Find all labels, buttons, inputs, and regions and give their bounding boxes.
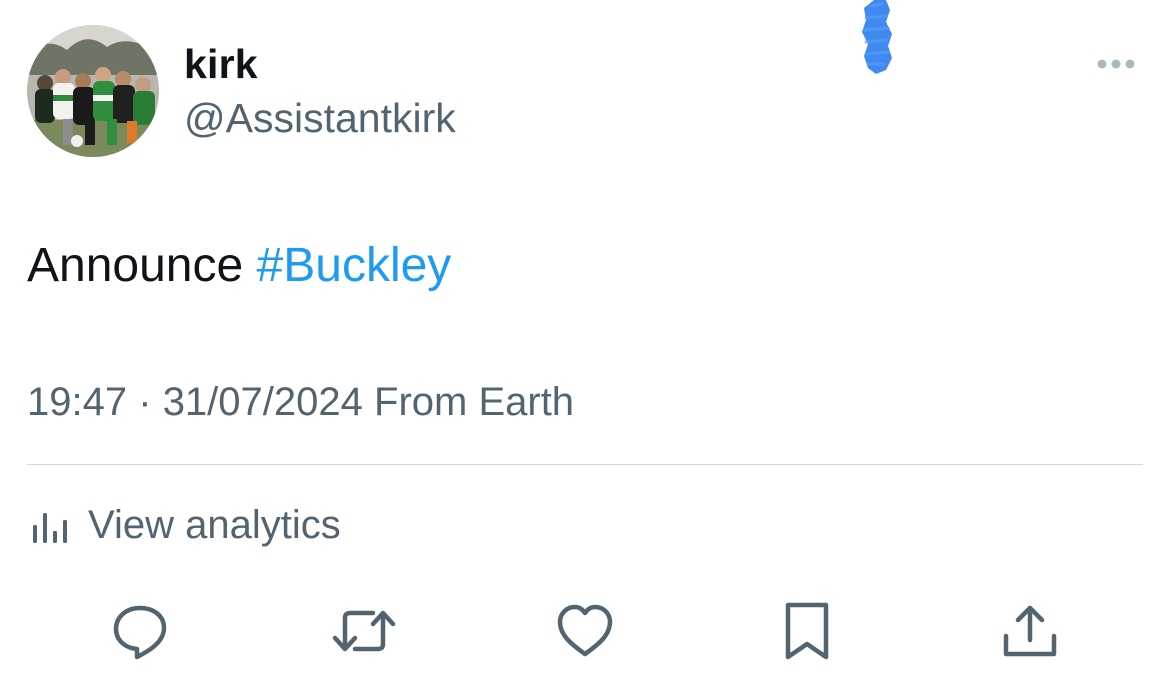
share-button[interactable] [1000, 600, 1060, 662]
divider [27, 464, 1143, 465]
tweet-detail: kirk @Assistantkirk Announce #Buckley 19… [0, 0, 1170, 678]
redaction-scribble [856, 0, 898, 76]
tweet-time[interactable]: 19:47 [27, 380, 127, 424]
reply-button[interactable] [110, 600, 170, 662]
meta-separator: · [138, 380, 152, 424]
author-display-name[interactable]: kirk [184, 40, 258, 88]
bookmark-button[interactable] [782, 600, 842, 662]
tweet-source: From Earth [374, 380, 575, 424]
more-options-icon[interactable] [1092, 52, 1140, 76]
reply-icon [113, 605, 167, 660]
retweet-button[interactable] [331, 600, 396, 662]
view-analytics-button[interactable]: View analytics [30, 499, 341, 551]
tweet-body: Announce [27, 239, 244, 292]
retweet-icon [332, 610, 396, 652]
tweet-text: Announce #Buckley [27, 238, 451, 294]
bar-chart-icon [33, 513, 67, 543]
avatar-photo [27, 25, 159, 157]
avatar[interactable] [27, 25, 159, 157]
share-icon [1003, 605, 1057, 657]
author-handle[interactable]: @Assistantkirk [184, 94, 456, 142]
hashtag-link[interactable]: #Buckley [257, 239, 452, 292]
like-button[interactable] [555, 600, 615, 662]
tweet-metadata: 19:47 · 31/07/2024 From Earth [27, 378, 574, 426]
like-icon [557, 604, 613, 657]
tweet-date[interactable]: 31/07/2024 [163, 380, 363, 424]
bookmark-icon [785, 602, 829, 660]
view-analytics-label: View analytics [88, 503, 341, 547]
